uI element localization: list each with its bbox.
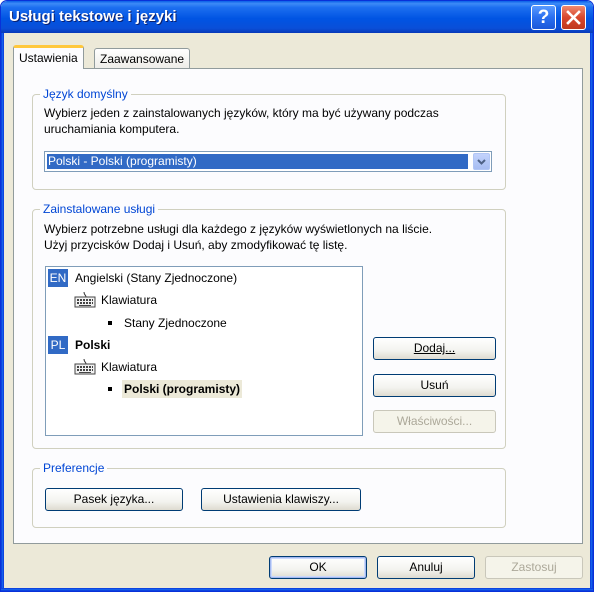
close-icon bbox=[566, 10, 581, 25]
tree-item-label: Polski bbox=[75, 338, 111, 352]
default-language-description-2: uruchamiania komputera. bbox=[44, 122, 180, 136]
help-button[interactable]: ? bbox=[531, 5, 556, 30]
default-language-value: Polski - Polski (programisty) bbox=[46, 153, 469, 170]
installed-services-legend: Zainstalowane usługi bbox=[40, 202, 159, 216]
add-button-label: Dodaj... bbox=[413, 341, 456, 355]
remove-button-label: Usuń bbox=[420, 378, 449, 392]
ok-button-label: OK bbox=[309, 560, 327, 574]
window-border-bottom bbox=[1, 588, 593, 591]
keyboard-icon bbox=[74, 291, 96, 308]
bullet-icon bbox=[108, 387, 112, 391]
cancel-button[interactable]: Anuluj bbox=[377, 556, 475, 579]
tab-settings[interactable]: Ustawienia bbox=[13, 45, 84, 69]
tree-item-label: Angielski (Stany Zjednoczone) bbox=[75, 271, 238, 285]
bullet-icon bbox=[108, 321, 112, 325]
keyboard-icon bbox=[74, 358, 96, 375]
language-bar-button[interactable]: Pasek języka... bbox=[45, 488, 183, 511]
tree-item-language-en[interactable]: EN Angielski (Stany Zjednoczone) bbox=[48, 269, 348, 287]
tree-item-label: Klawiatura bbox=[101, 293, 158, 307]
cancel-button-label: Anuluj bbox=[409, 560, 443, 574]
key-settings-button-label: Ustawienia klawiszy... bbox=[223, 492, 339, 506]
properties-button[interactable]: Właściwości... bbox=[373, 410, 496, 433]
tree-item-keyboard-pl[interactable]: Klawiatura bbox=[74, 358, 334, 376]
add-button[interactable]: Dodaj... bbox=[373, 337, 496, 360]
installed-services-description-2: Użyj przycisków Dodaj i Usuń, aby zmodyf… bbox=[44, 238, 348, 252]
help-icon: ? bbox=[537, 6, 550, 28]
installed-services-description-1: Wybierz potrzebne usługi dla każdego z j… bbox=[44, 222, 433, 236]
language-bar-button-label: Pasek języka... bbox=[73, 492, 155, 506]
tree-item-language-pl[interactable]: PL Polski bbox=[48, 336, 248, 354]
language-badge-pl: PL bbox=[48, 336, 68, 354]
tree-item-layout-pl[interactable]: Polski (programisty) bbox=[108, 380, 338, 398]
close-button[interactable] bbox=[561, 5, 586, 30]
title-bar[interactable]: Usługi tekstowe i języki ? bbox=[1, 1, 593, 33]
settings-tab-panel: Język domyślny Wybierz jeden z zainstalo… bbox=[13, 68, 583, 544]
window-title: Usługi tekstowe i języki bbox=[9, 8, 177, 25]
installed-services-tree[interactable]: EN Angielski (Stany Zjednoczone) Klawiat… bbox=[45, 266, 363, 436]
chevron-down-icon bbox=[477, 158, 486, 165]
dropdown-button[interactable] bbox=[473, 153, 490, 170]
tab-advanced[interactable]: Zaawansowane bbox=[94, 48, 191, 70]
default-language-select[interactable]: Polski - Polski (programisty) bbox=[44, 151, 492, 172]
language-badge-en: EN bbox=[48, 269, 68, 287]
apply-button-label: Zastosuj bbox=[511, 560, 557, 574]
apply-button[interactable]: Zastosuj bbox=[485, 556, 583, 579]
window-border-right bbox=[590, 33, 593, 591]
tree-item-label: Klawiatura bbox=[101, 360, 158, 374]
dialog-window: Usługi tekstowe i języki ? Ustawienia Za… bbox=[0, 0, 594, 592]
remove-button[interactable]: Usuń bbox=[373, 374, 496, 397]
tree-item-layout-en[interactable]: Stany Zjednoczone bbox=[108, 314, 338, 332]
tree-item-keyboard-en[interactable]: Klawiatura bbox=[74, 291, 334, 309]
default-language-description-1: Wybierz jeden z zainstalowanych języków,… bbox=[44, 106, 439, 120]
window-border-left bbox=[1, 33, 4, 591]
preferences-legend: Preferencje bbox=[40, 461, 108, 475]
key-settings-button[interactable]: Ustawienia klawiszy... bbox=[201, 488, 361, 511]
ok-button[interactable]: OK bbox=[269, 556, 367, 579]
default-language-legend: Język domyślny bbox=[40, 87, 131, 101]
tree-item-label-selected: Polski (programisty) bbox=[122, 380, 243, 398]
tree-item-label: Stany Zjednoczone bbox=[124, 316, 227, 330]
properties-button-label: Właściwości... bbox=[396, 414, 473, 428]
